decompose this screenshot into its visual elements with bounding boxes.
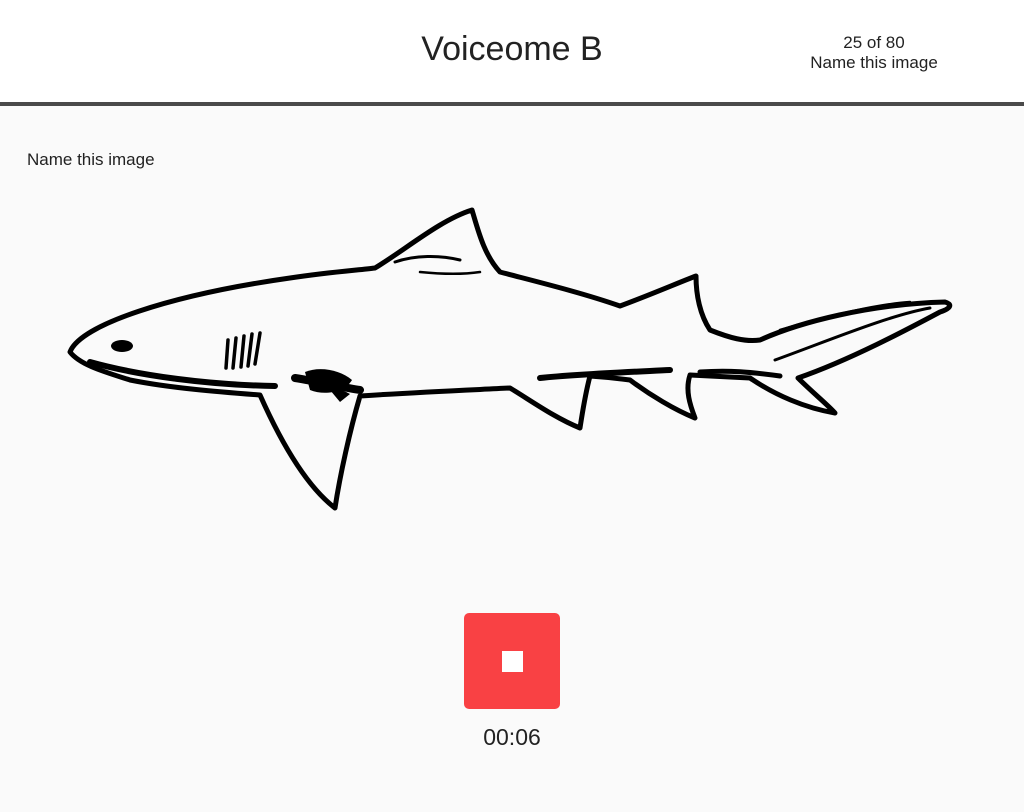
shark-body-outline (67, 207, 953, 511)
gill-slit (253, 331, 262, 366)
gill-slit (224, 338, 230, 370)
gill-slit (231, 336, 238, 370)
progress-count: 25 of 80 (843, 33, 905, 52)
recording-timer: 00:06 (483, 724, 541, 750)
progress-indicator: 25 of 80 Name this image (784, 33, 964, 73)
shark-illustration (67, 207, 953, 511)
gill-slit (246, 332, 254, 368)
task-subtitle: Name this image (810, 53, 938, 72)
app-header: Voiceome B 25 of 80 Name this image (0, 0, 1024, 106)
task-prompt: Name this image (27, 150, 155, 169)
gill-slit (239, 334, 246, 369)
shark-eye (111, 340, 133, 352)
stop-icon (502, 651, 523, 672)
stop-recording-button[interactable] (464, 613, 560, 709)
